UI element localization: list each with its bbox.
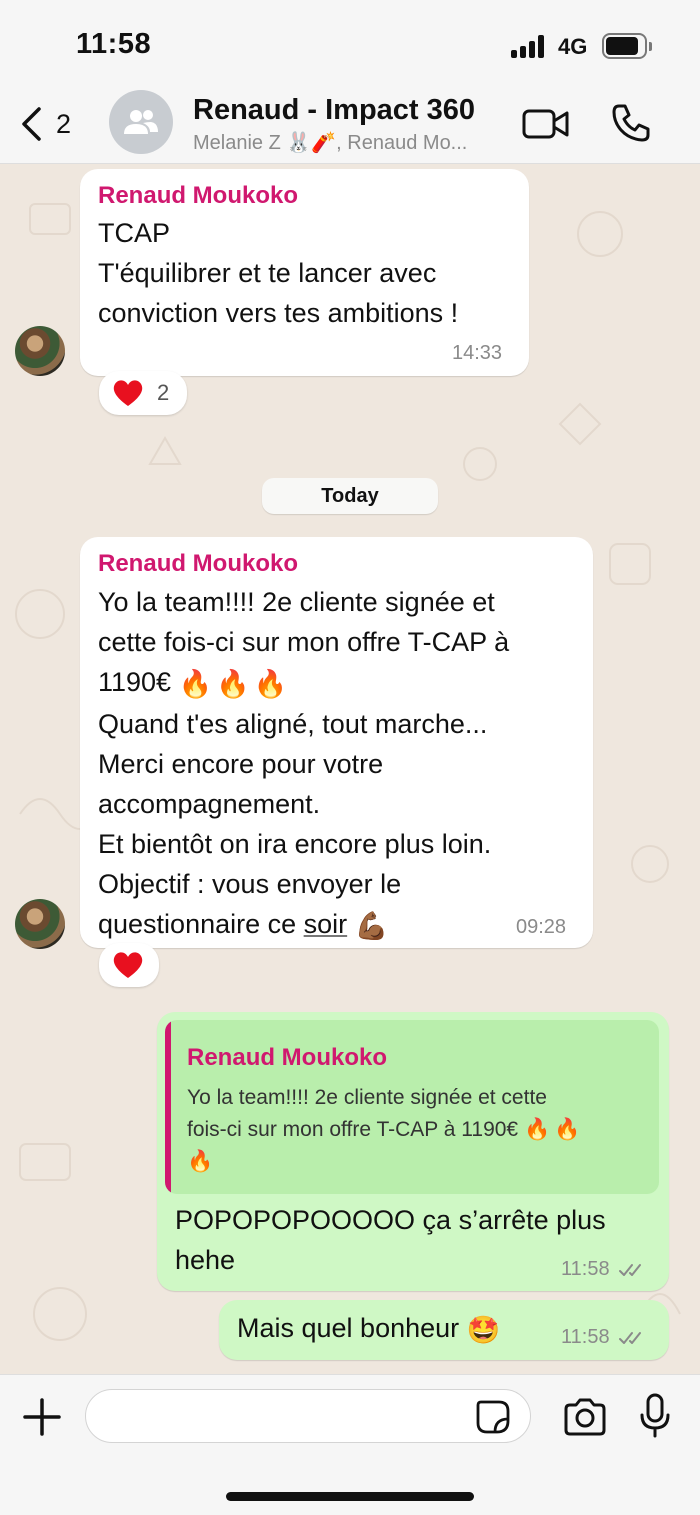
camera-icon[interactable] [562, 1397, 608, 1437]
double-check-icon [619, 1331, 642, 1344]
fire-emoji: 🔥🔥 [523, 1118, 585, 1142]
message-line-text: 1190€ [98, 667, 172, 697]
reaction-pill[interactable] [99, 943, 159, 987]
chat-title[interactable]: Renaud - Impact 360 [193, 94, 475, 127]
message-time: 11:58 [561, 1326, 647, 1349]
message-line-text: Mais quel bonheur [237, 1313, 460, 1343]
message-text: Yo la team!!!! 2e cliente signée et cett… [98, 582, 588, 946]
quote-accent-bar [165, 1020, 171, 1194]
message-time-label: 11:58 [561, 1326, 610, 1348]
reaction-pill[interactable]: 2 [99, 371, 187, 415]
detected-link[interactable]: soir [304, 909, 348, 939]
network-type: 4G [558, 34, 588, 59]
fire-emoji: 🔥🔥🔥 [178, 668, 292, 699]
chat-header: 2 Renaud - Impact 360 Melanie Z 🐰🧨, Rena… [0, 86, 700, 164]
status-time: 11:58 [76, 28, 152, 60]
plus-icon[interactable] [22, 1397, 62, 1437]
quote-line: fois-ci sur mon offre T-CAP à 1190€ 🔥🔥 [187, 1114, 657, 1146]
message-time: 09:28 [516, 916, 567, 938]
flexed-biceps-emoji: 💪🏾 [354, 910, 389, 941]
message-bubble-outgoing[interactable]: Mais quel bonheur 🤩 11:58 [219, 1300, 669, 1360]
message-line: 1190€ 🔥🔥🔥 [98, 662, 588, 704]
message-line: questionnaire ce soir 💪🏾 [98, 904, 588, 946]
message-text: Mais quel bonheur 🤩 [237, 1308, 567, 1350]
message-bubble-outgoing[interactable]: Renaud Moukoko Yo la team!!!! 2e cliente… [157, 1012, 669, 1291]
signal-icon [511, 34, 549, 58]
chat-members[interactable]: Melanie Z 🐰🧨, Renaud Mo... [193, 130, 467, 155]
back-button[interactable]: 2 [12, 100, 82, 150]
quote-line: 🔥 [187, 1150, 214, 1174]
heart-icon [113, 952, 143, 978]
mic-icon[interactable] [639, 1393, 671, 1439]
sender-avatar[interactable] [15, 326, 65, 376]
quote-text: Yo la team!!!! 2e cliente signée et cett… [187, 1082, 657, 1178]
sticker-icon[interactable] [475, 1399, 511, 1435]
message-line: cette fois-ci sur mon offre T-CAP à [98, 627, 510, 657]
video-call-icon[interactable] [521, 104, 571, 144]
message-line: Merci encore pour votre [98, 748, 384, 779]
star-struck-emoji: 🤩 [466, 1314, 501, 1345]
message-line: accompagnement. [98, 788, 321, 819]
message-bubble-incoming[interactable]: Renaud Moukoko TCAP T'équilibrer et te l… [80, 169, 529, 376]
message-time: 14:33 [452, 342, 503, 364]
message-line-text: questionnaire ce [98, 908, 304, 939]
home-indicator [226, 1492, 474, 1501]
phone-icon[interactable] [610, 102, 652, 144]
sender-name: Renaud Moukoko [98, 182, 299, 209]
message-time: 11:58 [561, 1258, 647, 1281]
message-line: Et bientôt on ira encore plus loin. [98, 828, 492, 859]
message-time-label: 11:58 [561, 1258, 610, 1280]
message-line: Quand t'es aligné, tout marche... [98, 708, 488, 739]
sender-name: Renaud Moukoko [98, 550, 299, 577]
back-chevron-icon [22, 107, 41, 141]
message-text: TCAP T'équilibrer et te lancer avec conv… [98, 218, 459, 328]
sender-avatar[interactable] [15, 899, 65, 949]
group-avatar-icon[interactable] [109, 90, 173, 154]
reaction-count: 2 [157, 380, 170, 405]
message-line: Yo la team!!!! 2e cliente signée et [98, 587, 495, 617]
quoted-message[interactable]: Renaud Moukoko Yo la team!!!! 2e cliente… [165, 1020, 659, 1194]
quote-line-text: fois-ci sur mon offre T-CAP à 1190€ [187, 1118, 519, 1141]
double-check-icon [619, 1263, 642, 1276]
unread-count: 2 [56, 109, 72, 139]
message-line: Objectif : vous envoyer le [98, 868, 402, 899]
heart-icon [113, 380, 143, 406]
battery-icon [602, 33, 652, 59]
quote-line: Yo la team!!!! 2e cliente signée et cett… [187, 1086, 547, 1109]
quote-sender: Renaud Moukoko [187, 1044, 388, 1071]
date-separator: Today [262, 478, 438, 514]
message-bubble-incoming[interactable]: Renaud Moukoko Yo la team!!!! 2e cliente… [80, 537, 593, 948]
message-input[interactable] [85, 1389, 531, 1443]
status-bar: 11:58 4G [0, 0, 700, 86]
